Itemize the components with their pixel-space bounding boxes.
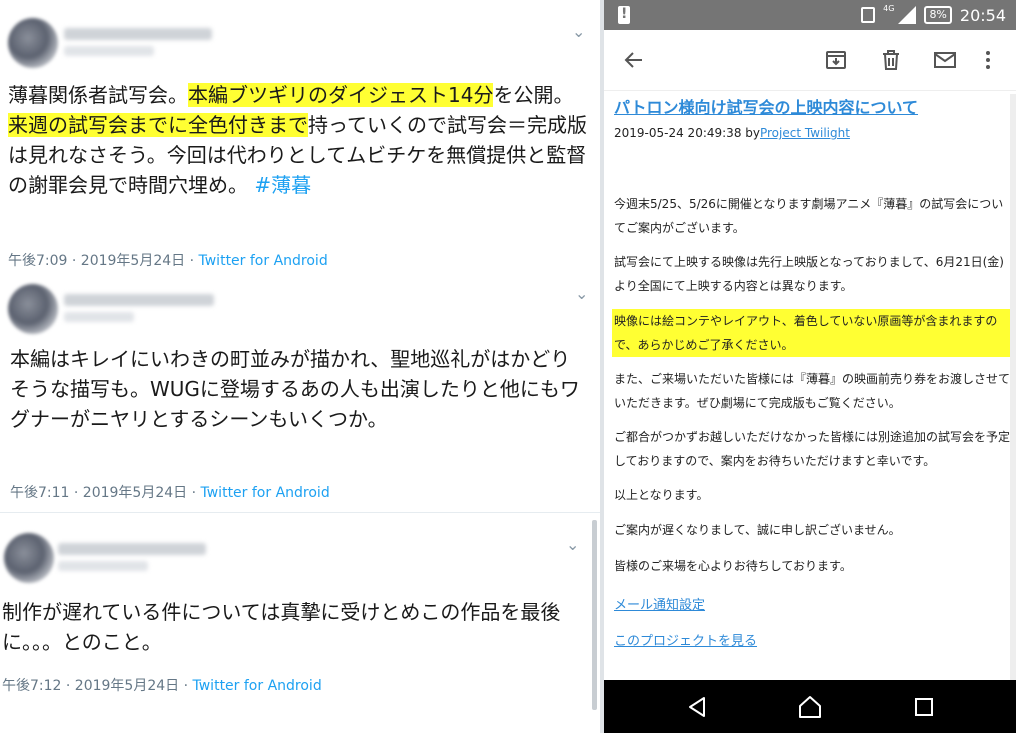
email-paragraph: 皆様のご来場を心よりお待ちしております。 (614, 559, 852, 573)
tweet-text-segment: を公開。 (493, 83, 574, 107)
tweet-timestamp[interactable]: 午後7:09 · 2019年5月24日 · (8, 253, 199, 269)
network-type: 4G (883, 4, 895, 13)
status-bar: 4G 8% 20:54 (604, 0, 1016, 30)
email-paragraph: また、ご来場いただいた皆様には『薄暮』の映画前売り券をお渡しさせていただきます。… (614, 372, 1011, 410)
tweet-3[interactable]: ⌄ 制作が遅れている件については真摯に受けとめこの作品を最後に。。。とのこと。 … (0, 512, 600, 734)
chevron-down-icon[interactable]: ⌄ (566, 537, 579, 553)
blurred-user-handle (64, 312, 134, 322)
tweet-source-link[interactable]: Twitter for Android (199, 253, 328, 269)
chevron-down-icon[interactable]: ⌄ (572, 24, 585, 40)
email-screen: 4G 8% 20:54 パトロン様向け試写会の上映内容について 2019-05-… (604, 0, 1016, 733)
nav-recents-icon[interactable] (911, 694, 937, 720)
blurred-user-name (64, 28, 212, 40)
trash-icon[interactable] (879, 48, 907, 72)
tweet-2[interactable]: ⌄ 本編はキレイにいわきの町並みが描かれ、聖地巡礼がはかどりそうな描写も。WUG… (0, 272, 600, 512)
notification-settings-link[interactable]: メール通知設定 (614, 594, 705, 613)
email-header: パトロン様向け試写会の上映内容について 2019-05-24 20:49:38 … (614, 96, 1010, 140)
tweet-meta: 午後7:09 · 2019年5月24日 · Twitter for Androi… (8, 250, 328, 270)
view-project-link[interactable]: このプロジェクトを見る (614, 630, 757, 649)
email-toolbar (604, 30, 1016, 91)
warning-icon (618, 6, 630, 24)
email-paragraph: ご都合がつかずお越しいただけなかった皆様には別途追加の試写会を予定しておりますの… (614, 430, 1011, 468)
email-meta: 2019-05-24 20:49:38 byProject Twilight (614, 126, 1010, 140)
highlighted-text: 来週の試写会までに全色付きまで (8, 113, 308, 137)
nav-home-icon[interactable] (797, 694, 823, 720)
tweet-meta: 午後7:11 · 2019年5月24日 · Twitter for Androi… (10, 482, 330, 502)
email-paragraph: 以上となります。 (614, 488, 709, 502)
back-arrow-icon[interactable] (622, 48, 650, 72)
blurred-user-name (58, 543, 206, 555)
tweet-1[interactable]: ⌄ 薄暮関係者試写会。本編ブツギリのダイジェスト14分を公開。来週の試写会までに… (0, 0, 600, 272)
avatar[interactable] (4, 533, 54, 583)
highlighted-text: 本編ブツギリのダイジェスト14分 (188, 83, 494, 107)
signal-icon (898, 6, 917, 24)
tweet-source-link[interactable]: Twitter for Android (193, 678, 322, 694)
hashtag-link[interactable]: #薄暮 (254, 173, 311, 197)
tweet-source-link[interactable]: Twitter for Android (201, 485, 330, 501)
chevron-down-icon[interactable]: ⌄ (575, 286, 588, 302)
more-vert-icon[interactable] (976, 48, 1004, 72)
battery-indicator: 8% (924, 6, 952, 24)
email-paragraph: 試写会にて上映する映像は先行上映版となっておりまして、6月21日(金)より全国に… (614, 255, 1004, 293)
tweet-timestamp[interactable]: 午後7:12 · 2019年5月24日 · (2, 678, 193, 694)
tweet-stack: ⌄ 薄暮関係者試写会。本編ブツギリのダイジェスト14分を公開。来週の試写会までに… (0, 0, 600, 733)
tweet-text: 本編はキレイにいわきの町並みが描かれ、聖地巡礼がはかどりそうな描写も。WUGに登… (10, 347, 580, 431)
nav-back-icon[interactable] (684, 694, 710, 720)
avatar[interactable] (8, 284, 58, 334)
archive-icon[interactable] (824, 48, 852, 72)
tweet-text: 制作が遅れている件については真摯に受けとめこの作品を最後に。。。とのこと。 (2, 600, 561, 654)
status-icons: 4G 8% 20:54 (861, 5, 1006, 25)
email-date: 2019-05-24 20:49:38 by (614, 126, 760, 140)
email-paragraph: ご案内が遅くなりまして、誠に申し訳ございません。 (614, 523, 901, 537)
tweet-text-segment: 薄暮関係者試写会。 (8, 83, 188, 107)
blurred-user-handle (58, 561, 148, 571)
email-author-link[interactable]: Project Twilight (760, 126, 850, 140)
vibrate-icon (861, 7, 876, 23)
clock: 20:54 (959, 5, 1006, 25)
email-subject[interactable]: パトロン様向け試写会の上映内容について (614, 96, 1010, 120)
avatar[interactable] (8, 18, 58, 68)
scrollbar[interactable] (1010, 94, 1016, 680)
mail-icon[interactable] (933, 48, 961, 72)
tweet-meta: 午後7:12 · 2019年5月24日 · Twitter for Androi… (2, 675, 322, 695)
blurred-user-name (64, 294, 214, 306)
blurred-user-handle (64, 46, 154, 56)
tweet-timestamp[interactable]: 午後7:11 · 2019年5月24日 · (10, 485, 201, 501)
email-paragraph: 今週末5/25、5/26に開催となります劇場アニメ『薄暮』の試写会についてご案内… (614, 197, 1004, 235)
tweet-text: 薄暮関係者試写会。本編ブツギリのダイジェスト14分を公開。来週の試写会までに全色… (8, 80, 593, 200)
email-highlighted-paragraph: 映像には絵コンテやレイアウト、着色していない原画等が含まれますので、あらかじめご… (612, 309, 1010, 357)
scrollbar[interactable] (592, 520, 597, 710)
android-nav-bar (604, 680, 1016, 733)
